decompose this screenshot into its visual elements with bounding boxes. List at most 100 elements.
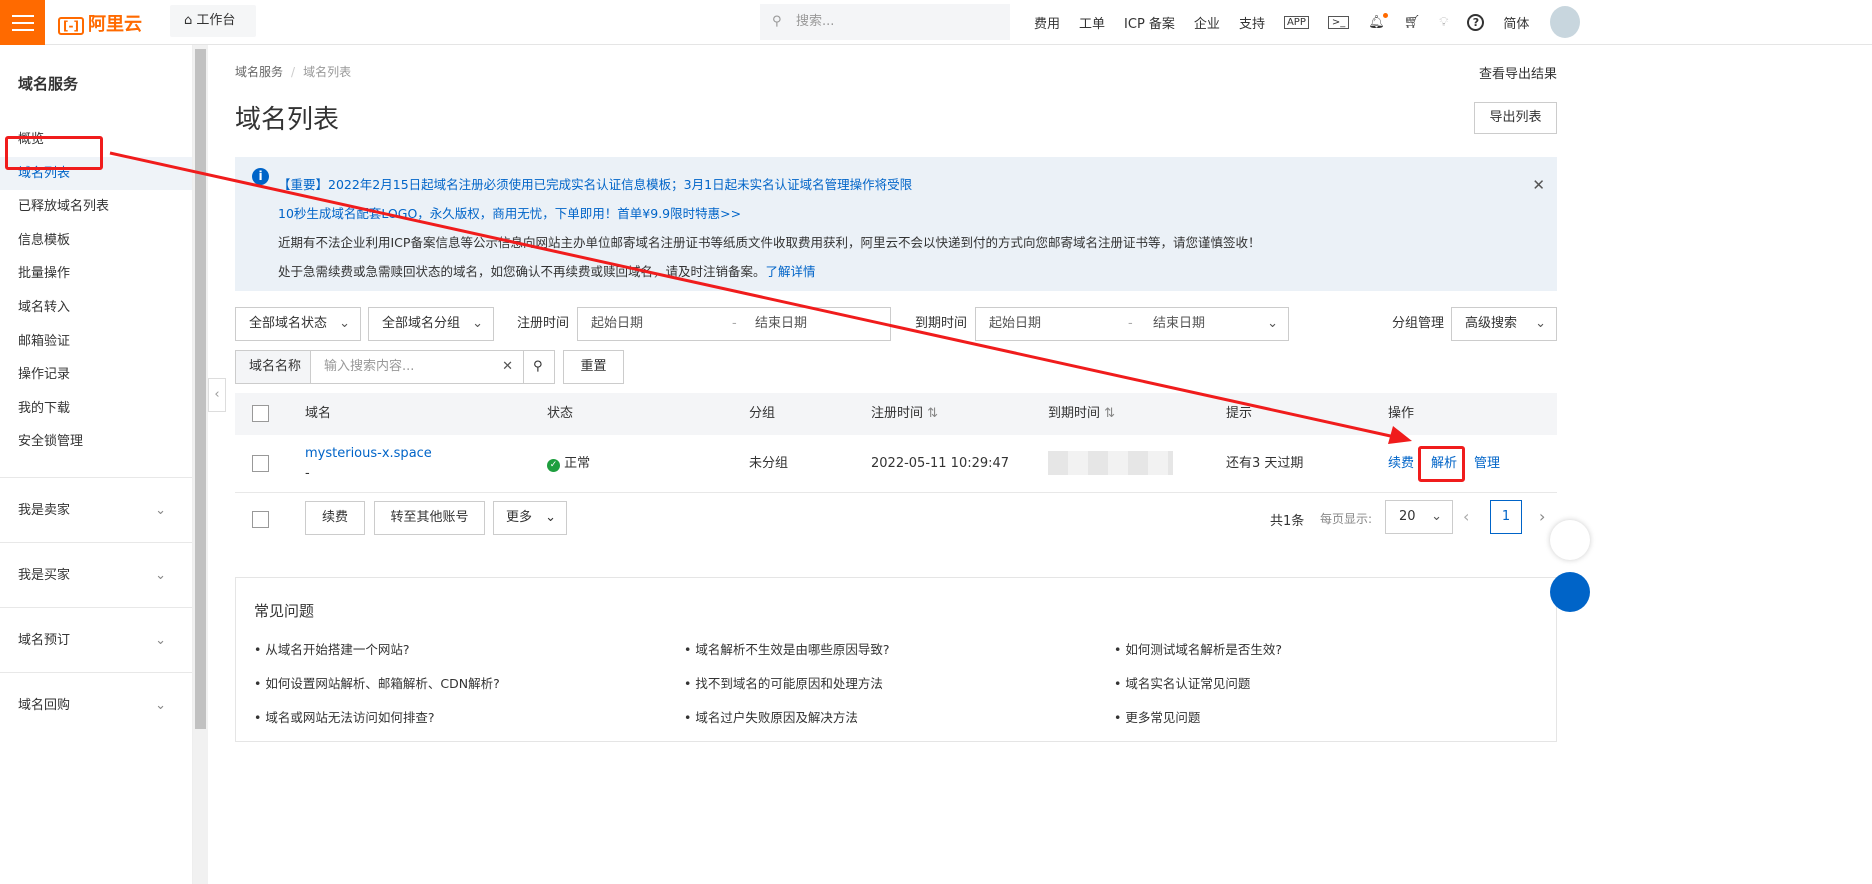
annotation-box-resolve bbox=[1418, 446, 1465, 482]
search-input[interactable]: ⚲ 搜索... bbox=[760, 4, 1010, 40]
status-select[interactable]: 全部域名状态 ⌄ bbox=[235, 307, 361, 341]
workbench-button[interactable]: ⌂ 工作台 bbox=[170, 5, 256, 37]
sidebar-group-seller[interactable]: 我是卖家 ⌄ bbox=[0, 476, 192, 542]
domain-search-input[interactable]: 输入搜索内容... ✕ bbox=[310, 350, 524, 384]
sidebar-item-email-verify[interactable]: 邮箱验证 bbox=[0, 325, 192, 359]
clear-icon[interactable]: ✕ bbox=[502, 351, 513, 383]
breadcrumb: 域名服务 / 域名列表 bbox=[235, 65, 352, 79]
cart-icon[interactable]: 🛒︎ bbox=[1404, 15, 1421, 30]
export-results-link[interactable]: 查看导出结果 bbox=[1479, 63, 1557, 82]
sidebar-item-log[interactable]: 操作记录 bbox=[0, 358, 192, 392]
col-exp-time-label: 到期时间 bbox=[1048, 406, 1101, 421]
prev-page-icon[interactable]: ‹ bbox=[1463, 507, 1469, 526]
chevron-down-icon: ⌄ bbox=[155, 632, 166, 648]
group-label: 域名回购 bbox=[18, 697, 71, 713]
sidebar-item-batch[interactable]: 批量操作 bbox=[0, 257, 192, 291]
bulk-renew-button[interactable]: 续费 bbox=[305, 501, 365, 535]
sort-icon: ⇅ bbox=[927, 406, 939, 421]
status-text: 正常 bbox=[564, 456, 591, 471]
annotation-box-domain-list bbox=[5, 136, 103, 170]
faq-item[interactable]: • 域名过户失败原因及解决方法 bbox=[684, 701, 1114, 735]
close-icon[interactable]: ✕ bbox=[1532, 171, 1545, 200]
group-select[interactable]: 全部域名分组 ⌄ bbox=[368, 307, 494, 341]
nav-enterprise[interactable]: 企业 bbox=[1194, 13, 1220, 32]
reset-button[interactable]: 重置 bbox=[563, 350, 624, 384]
sidebar-item-security-lock[interactable]: 安全锁管理 bbox=[0, 425, 192, 459]
search-button[interactable]: ⚲ bbox=[523, 350, 555, 384]
exp-start-date[interactable]: 起始日期 bbox=[989, 316, 1041, 331]
group-label: 我是卖家 bbox=[18, 502, 71, 518]
reg-end-date[interactable]: 结束日期 bbox=[755, 308, 807, 340]
sidebar-scrollbar[interactable] bbox=[193, 45, 208, 884]
sidebar-group-reserve[interactable]: 域名预订 ⌄ bbox=[0, 606, 192, 672]
per-page-label: 每页显示: bbox=[1320, 512, 1373, 526]
faq-item[interactable]: • 域名实名认证常见问题 bbox=[1114, 667, 1544, 701]
sidebar-group-buyback[interactable]: 域名回购 ⌄ bbox=[0, 671, 192, 737]
faq-item[interactable]: • 如何设置网站解析、邮箱解析、CDN解析? bbox=[254, 667, 684, 701]
group-manage-link[interactable]: 分组管理 bbox=[1392, 307, 1444, 341]
next-page-icon[interactable]: › bbox=[1539, 507, 1545, 526]
table-header: 域名 状态 分组 注册时间 ⇅ 到期时间 ⇅ 提示 操作 bbox=[235, 393, 1557, 435]
faq-item[interactable]: • 域名或网站无法访问如何排查? bbox=[254, 701, 684, 735]
per-page-select[interactable]: 20 ⌄ bbox=[1385, 500, 1453, 534]
app-icon[interactable]: APP bbox=[1283, 16, 1309, 29]
collapse-sidebar-button[interactable]: ‹ bbox=[208, 378, 226, 412]
more-label: 更多 bbox=[506, 510, 533, 525]
group-label: 域名预订 bbox=[18, 632, 71, 648]
notice-logo-promo[interactable]: 10秒生成域名配套LOGO，永久版权，商用无忧，下单即用！首单¥9.9限时特惠>… bbox=[278, 199, 1557, 228]
top-nav: 费用 工单 ICP 备案 企业 支持 APP >_ 🔔︎ 🛒︎ 💡︎ ? 简体 bbox=[1034, 0, 1529, 45]
reg-date-range[interactable]: 起始日期 - 结束日期 bbox=[577, 307, 891, 341]
nav-support[interactable]: 支持 bbox=[1239, 13, 1265, 32]
breadcrumb-domain-service[interactable]: 域名服务 bbox=[235, 65, 283, 79]
manage-link[interactable]: 管理 bbox=[1474, 435, 1500, 493]
chevron-down-icon: ⌄ bbox=[339, 316, 350, 331]
terminal-icon[interactable]: >_ bbox=[1327, 16, 1350, 29]
bulk-transfer-button[interactable]: 转至其他账号 bbox=[374, 501, 485, 535]
col-exp-time[interactable]: 到期时间 ⇅ bbox=[1048, 393, 1115, 435]
exp-time-label: 到期时间 bbox=[915, 316, 968, 331]
exp-date-range[interactable]: 起始日期 - 结束日期 ⌄ bbox=[975, 307, 1289, 341]
faq-item[interactable]: • 更多常见问题 bbox=[1114, 701, 1544, 735]
exp-end-date[interactable]: 结束日期 bbox=[1153, 308, 1205, 340]
group-select-value: 全部域名分组 bbox=[382, 316, 461, 331]
language-switch[interactable]: 简体 bbox=[1503, 13, 1529, 32]
select-all-checkbox[interactable] bbox=[252, 405, 269, 422]
faq-item[interactable]: • 如何测试域名解析是否生效? bbox=[1114, 633, 1544, 667]
lightbulb-icon[interactable]: 💡︎ bbox=[1439, 15, 1448, 30]
feedback-float-button[interactable] bbox=[1550, 520, 1590, 560]
menu-icon[interactable] bbox=[0, 0, 45, 45]
reg-time-value: 2022-05-11 10:29:47 bbox=[871, 456, 1010, 471]
sidebar-item-transfer-in[interactable]: 域名转入 bbox=[0, 291, 192, 325]
domain-name[interactable]: mysterious-x.space bbox=[305, 446, 432, 461]
sidebar-item-downloads[interactable]: 我的下载 bbox=[0, 392, 192, 426]
sidebar-item-templates[interactable]: 信息模板 bbox=[0, 224, 192, 258]
logo[interactable]: [-] 阿里云 bbox=[58, 10, 142, 36]
home-icon: ⌂ bbox=[184, 13, 197, 28]
export-list-button[interactable]: 导出列表 bbox=[1474, 102, 1557, 134]
faq-item[interactable]: • 找不到域名的可能原因和处理方法 bbox=[684, 667, 1114, 701]
sidebar-group-buyer[interactable]: 我是买家 ⌄ bbox=[0, 541, 192, 607]
row-checkbox[interactable] bbox=[252, 455, 269, 472]
bell-icon[interactable]: 🔔︎ bbox=[1368, 13, 1388, 30]
bulk-more-button[interactable]: 更多 ⌄ bbox=[493, 501, 567, 535]
page-title: 域名列表 bbox=[235, 105, 340, 135]
advanced-search-button[interactable]: 高级搜索 ⌄ bbox=[1451, 307, 1557, 341]
sidebar-item-released[interactable]: 已释放域名列表 bbox=[0, 190, 192, 224]
faq-item[interactable]: • 从域名开始搭建一个网站? bbox=[254, 633, 684, 667]
nav-fees[interactable]: 费用 bbox=[1034, 13, 1060, 32]
learn-more-link[interactable]: 了解详情 bbox=[766, 264, 816, 279]
domain-link[interactable]: mysterious-x.space - bbox=[305, 444, 432, 484]
reg-start-date[interactable]: 起始日期 bbox=[591, 316, 643, 331]
apps-float-button[interactable] bbox=[1550, 572, 1590, 612]
avatar[interactable] bbox=[1550, 6, 1580, 38]
col-reg-time[interactable]: 注册时间 ⇅ bbox=[871, 393, 938, 435]
sidebar: 域名服务 概览 域名列表 已释放域名列表 信息模板 批量操作 域名转入 邮箱验证… bbox=[0, 45, 193, 884]
faq-item[interactable]: • 域名解析不生效是由哪些原因导致? bbox=[684, 633, 1114, 667]
nav-tickets[interactable]: 工单 bbox=[1079, 13, 1105, 32]
page-1-button[interactable]: 1 bbox=[1490, 500, 1522, 534]
exp-time-blurred bbox=[1048, 451, 1173, 475]
renew-link[interactable]: 续费 bbox=[1388, 435, 1414, 493]
bulk-select-checkbox[interactable] bbox=[252, 511, 269, 528]
help-icon[interactable]: ? bbox=[1467, 14, 1485, 31]
nav-icp[interactable]: ICP 备案 bbox=[1124, 13, 1175, 32]
